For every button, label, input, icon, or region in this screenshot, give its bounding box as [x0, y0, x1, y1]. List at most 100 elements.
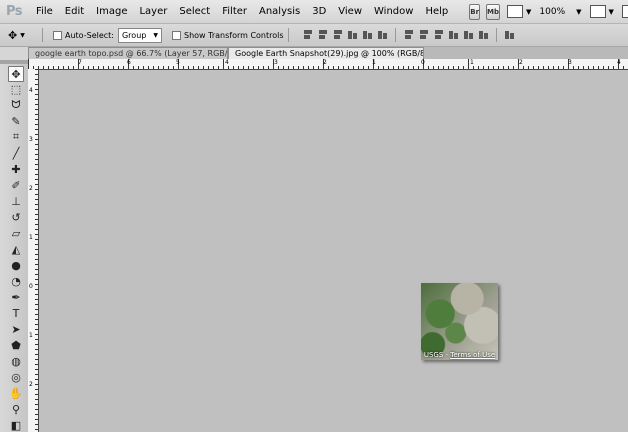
hand-tool[interactable]: ✋ [9, 386, 23, 400]
crop-tool[interactable]: ⌗ [9, 130, 23, 144]
align-vcenter-icon[interactable] [317, 29, 329, 41]
lasso-tool[interactable]: ᗢ [9, 98, 23, 112]
panel-grip[interactable] [0, 60, 28, 64]
ruler-tick [353, 66, 354, 69]
menu-analysis[interactable]: Analysis [253, 6, 306, 17]
menu-layer[interactable]: Layer [133, 6, 173, 17]
ruler-tick [228, 66, 229, 69]
zoom-dropdown[interactable]: ▼ [573, 8, 581, 16]
ruler-tick [363, 66, 364, 69]
launch-minibridge-button[interactable]: Mb [486, 3, 501, 20]
align-left-icon[interactable] [347, 29, 359, 41]
ruler-tick [73, 66, 74, 69]
ruler-tick [523, 66, 524, 69]
ruler-tick [543, 66, 544, 69]
tool-preset-picker[interactable]: ✥ ▼ [8, 29, 38, 42]
ruler-tick [88, 66, 89, 69]
ruler-tick [35, 244, 38, 245]
3d-orbit-tool[interactable]: ◎ [9, 370, 23, 384]
history-brush-tool[interactable]: ↺ [9, 210, 23, 224]
auto-select-dropdown[interactable]: Group ▼ [117, 27, 162, 43]
clone-stamp-tool[interactable]: ⊥ [9, 194, 23, 208]
menu-image[interactable]: Image [90, 6, 133, 17]
image-attribution: USGS - Terms of Use [421, 351, 498, 359]
align-top-icon[interactable] [302, 29, 314, 41]
pen-tool[interactable]: ✒ [9, 290, 23, 304]
ruler-tick [593, 66, 594, 69]
distribute-right-icon[interactable] [478, 29, 490, 41]
menu-file[interactable]: File [30, 6, 59, 17]
ruler-tick [188, 66, 189, 69]
ruler-label: 7 [78, 59, 82, 66]
ruler-tick [35, 189, 38, 190]
arrange-documents-icon [589, 5, 606, 18]
ruler-tick [418, 66, 419, 69]
dodge-tool[interactable]: ◔ [9, 274, 23, 288]
zoom-tool[interactable]: ⚲ [9, 402, 23, 416]
ruler-tick [283, 66, 284, 69]
ruler-label: 1 [29, 234, 33, 241]
ruler-tick [35, 209, 38, 210]
marquee-tool[interactable]: ⬚ [9, 82, 23, 96]
screen-mode-dropdown[interactable]: ▼ [621, 5, 628, 18]
tab-google-earth-snapshot[interactable]: Google Earth Snapshot(29).jpg @ 100% (RG… [228, 47, 424, 59]
distribute-top-icon[interactable] [403, 29, 415, 41]
paint-bucket-tool[interactable]: ◭ [9, 242, 23, 256]
zoom-level[interactable]: 100% [539, 7, 565, 17]
blur-tool[interactable]: ● [9, 258, 23, 272]
terms-of-use-link[interactable]: Terms of Use [450, 351, 495, 359]
move-tool[interactable]: ✥ [8, 66, 24, 82]
eraser-tool[interactable]: ▱ [9, 226, 23, 240]
horizontal-ruler[interactable]: 7 6 5 4 3 2 1 0 1 2 3 4 [28, 59, 628, 70]
ruler-label: 3 [274, 59, 278, 66]
menu-bar: Ps File Edit Image Layer Select Filter A… [0, 0, 628, 24]
menu-filter[interactable]: Filter [216, 6, 253, 17]
shape-tool[interactable]: ⬟ [9, 338, 23, 352]
auto-select-checkbox[interactable] [53, 30, 62, 40]
ruler-tick [608, 66, 609, 69]
view-extras-dropdown[interactable]: ▼ [507, 5, 531, 18]
menu-3d[interactable]: 3D [306, 6, 332, 17]
3d-rotate-tool[interactable]: ◍ [9, 354, 23, 368]
vertical-ruler[interactable]: 4 3 2 1 0 1 2 [28, 69, 39, 432]
show-transform-checkbox[interactable] [171, 30, 181, 40]
ruler-tick [35, 159, 38, 160]
auto-select-label: Auto-Select: [65, 30, 114, 40]
ruler-tick [163, 66, 164, 69]
menu-select[interactable]: Select [173, 6, 216, 17]
tab-google-earth-topo[interactable]: google earth topo.psd @ 66.7% (Layer 57,… [28, 47, 228, 59]
ruler-tick [35, 334, 38, 335]
ruler-label: 6 [127, 59, 131, 66]
auto-select-value: Group [121, 30, 147, 40]
quick-select-tool[interactable]: ✎ [9, 114, 23, 128]
ruler-tick [35, 329, 38, 330]
document-image[interactable]: USGS - Terms of Use [421, 283, 498, 360]
document-tab-bar: google earth topo.psd @ 66.7% (Layer 57,… [28, 47, 628, 59]
menu-edit[interactable]: Edit [59, 6, 90, 17]
distribute-bottom-icon[interactable] [433, 29, 445, 41]
auto-align-layers-icon[interactable] [504, 29, 516, 41]
path-selection-tool[interactable]: ➤ [9, 322, 23, 336]
ruler-tick [193, 66, 194, 69]
ruler-tick [268, 66, 269, 69]
align-right-icon[interactable] [377, 29, 389, 41]
menu-view[interactable]: View [332, 6, 368, 17]
distribute-left-icon[interactable] [448, 29, 460, 41]
ruler-tick [35, 224, 38, 225]
brush-tool[interactable]: ✐ [9, 178, 23, 192]
menu-help[interactable]: Help [419, 6, 454, 17]
canvas-area[interactable] [39, 70, 628, 432]
distribute-vcenter-icon[interactable] [418, 29, 430, 41]
ruler-tick [158, 66, 159, 69]
color-swatches[interactable]: ◧ [9, 418, 23, 432]
ruler-tick [348, 66, 349, 69]
distribute-hcenter-icon[interactable] [463, 29, 475, 41]
menu-window[interactable]: Window [368, 6, 419, 17]
align-hcenter-icon[interactable] [362, 29, 374, 41]
spot-healing-tool[interactable]: ✚ [9, 162, 23, 176]
eyedropper-tool[interactable]: ╱ [9, 146, 23, 160]
align-bottom-icon[interactable] [332, 29, 344, 41]
arrange-documents-dropdown[interactable]: ▼ [589, 5, 614, 18]
launch-bridge-button[interactable]: Br [469, 3, 481, 20]
type-tool[interactable]: T [9, 306, 23, 320]
